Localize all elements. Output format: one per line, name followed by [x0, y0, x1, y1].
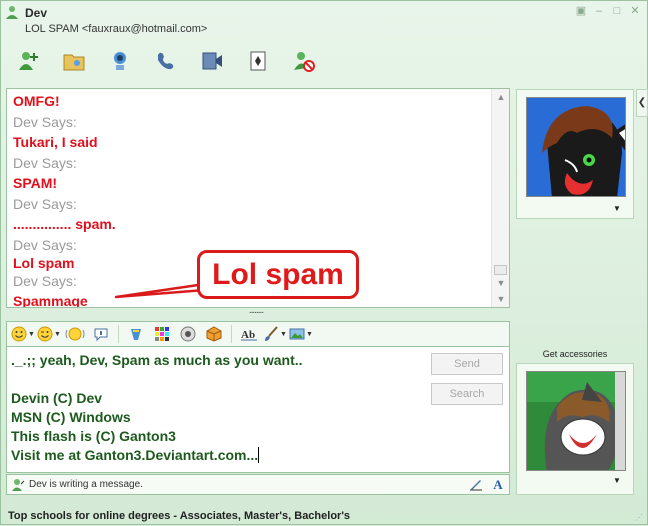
invite-contact-icon[interactable] [7, 45, 49, 77]
speaker-icon [180, 326, 196, 342]
toolbar-separator [118, 325, 119, 343]
winks-button[interactable] [124, 324, 148, 344]
send-button[interactable]: Send [431, 353, 503, 375]
wink-button[interactable]: ▼ [37, 324, 61, 344]
toolbar [7, 45, 325, 81]
scroll-up-arrow-icon[interactable]: ▲ [492, 89, 509, 105]
handwriting-button[interactable] [467, 477, 485, 493]
close-button[interactable]: ✕ [629, 6, 641, 17]
collapse-panel-button[interactable]: ❮ [636, 89, 648, 117]
block-icon[interactable] [283, 45, 325, 77]
games-icon[interactable] [237, 45, 279, 77]
callout-bubble: Lol spam [197, 250, 359, 299]
svg-text:Ab: Ab [241, 329, 255, 341]
message-text: ............... spam. [13, 216, 116, 232]
pane-splitter[interactable]: ........ [238, 306, 274, 316]
nudge-icon [65, 327, 85, 341]
speech-bubble-icon [94, 328, 108, 342]
search-button[interactable]: Search [431, 383, 503, 405]
emoticon-button[interactable]: ▼ [11, 324, 35, 344]
message-sender: Dev Says: [13, 114, 77, 130]
voice-clip-button[interactable] [89, 324, 113, 344]
smiley-icon [11, 326, 27, 342]
title-bar: Dev ▣ – □ ✕ [1, 1, 647, 23]
ad-text[interactable]: Top schools for online degrees - Associa… [8, 510, 350, 522]
picture-icon [289, 328, 305, 340]
paintbrush-icon [265, 326, 278, 341]
messenger-buddy-icon [6, 6, 18, 19]
maximize-button[interactable]: □ [611, 6, 623, 17]
contact-subtitle: LOL SPAM <fauxraux@hotmail.com> [25, 23, 208, 35]
scroll-thumb[interactable] [494, 265, 507, 275]
message-text: SPAM! [13, 175, 58, 191]
scroll-end-icon[interactable]: ▼ [492, 291, 509, 307]
contact-display-picture[interactable]: ▼ [516, 89, 634, 219]
nudge-button[interactable] [63, 324, 87, 344]
contact-avatar [526, 97, 626, 197]
window-title: Dev [25, 6, 48, 20]
my-avatar [526, 371, 626, 471]
input-line-last: Visit me at Ganton3.Deviantart.com... [11, 447, 260, 463]
input-line: Visit me at Ganton3.Deviantart.com... [11, 446, 421, 465]
call-icon[interactable] [145, 45, 187, 77]
message-input-area[interactable]: ._.;; yeah, Dev, Spam as much as you wan… [6, 347, 510, 473]
input-line: ._.;; yeah, Dev, Spam as much as you wan… [11, 352, 303, 368]
message-text: Tukari, I said [13, 134, 98, 150]
wink-icon [37, 326, 53, 342]
anime-avatar-image [527, 372, 625, 470]
typing-pencil-icon [12, 479, 25, 491]
message-input-text[interactable]: ._.;; yeah, Dev, Spam as much as you wan… [11, 351, 421, 465]
dropdown-arrow-icon[interactable]: ▼ [613, 204, 621, 213]
palette-grid-icon [155, 327, 169, 341]
input-line: Devin (C) Dev [11, 390, 103, 406]
resize-grip-icon[interactable]: ⋰ [635, 513, 643, 522]
background-button[interactable] [150, 324, 174, 344]
scroll-down-arrow-icon[interactable]: ▼ [492, 275, 509, 291]
send-files-icon[interactable] [53, 45, 95, 77]
games-cube-icon [206, 326, 222, 342]
pin-button[interactable]: ▣ [575, 6, 587, 17]
share-button[interactable]: ▼ [289, 324, 313, 344]
chat-window: Dev ▣ – □ ✕ LOL SPAM <fauxraux@hotmail.c… [0, 0, 648, 525]
font-button[interactable]: Ab [237, 324, 261, 344]
typing-status-bar: Dev is writing a message. A [6, 474, 510, 495]
typing-status: Dev is writing a message. [29, 479, 143, 490]
winks-icon [131, 329, 141, 340]
message-text: OMFG! [13, 93, 60, 109]
voice-button[interactable] [176, 324, 200, 344]
fox-avatar-image [527, 98, 625, 196]
pen-icon [470, 480, 482, 491]
webcam-icon[interactable] [99, 45, 141, 77]
games-fmt-button[interactable] [202, 324, 226, 344]
font-icon: Ab [241, 329, 257, 341]
my-display-picture[interactable]: ▼ [516, 363, 634, 495]
window-controls: ▣ – □ ✕ [575, 6, 641, 17]
ad-banner[interactable]: Top schools for online degrees - Associa… [1, 506, 647, 525]
format-toolbar: ▼ ▼ Ab ▼ ▼ [6, 321, 510, 347]
input-line: This flash is (C) Ganton3 [11, 428, 176, 444]
input-line [11, 370, 421, 389]
conversation-scrollbar[interactable]: ▲ ▼ ▼ [491, 89, 509, 307]
ink-button[interactable]: ▼ [263, 324, 287, 344]
text-mode-button[interactable]: A [489, 477, 507, 493]
get-accessories-link[interactable]: Get accessories [516, 349, 634, 359]
message-sender: Dev Says: [13, 155, 77, 171]
callout-text: Lol spam [212, 258, 344, 291]
toolbar-separator [231, 325, 232, 343]
input-line: MSN (C) Windows [11, 409, 131, 425]
message-sender: Dev Says: [13, 196, 77, 212]
video-icon[interactable] [191, 45, 233, 77]
minimize-button[interactable]: – [593, 6, 605, 17]
dropdown-arrow-icon[interactable]: ▼ [613, 476, 621, 485]
